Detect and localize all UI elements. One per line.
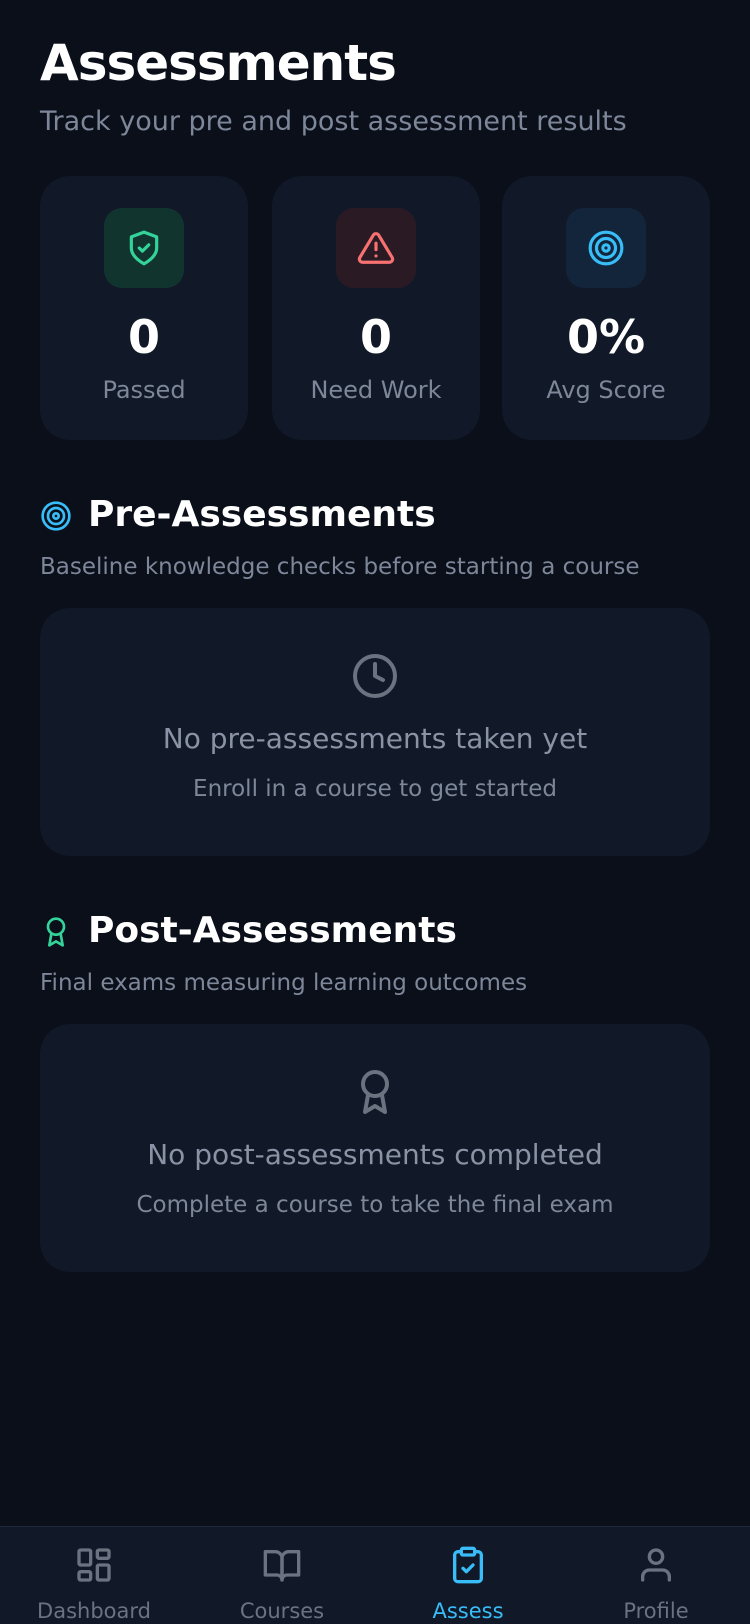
nav-label-courses: Courses: [239, 1599, 325, 1623]
pre-assessments-empty-state: No pre-assessments taken yet Enroll in a…: [40, 608, 710, 856]
pre-empty-subtitle: Enroll in a course to get started: [193, 776, 557, 802]
alert-triangle-icon: [336, 208, 416, 288]
shield-check-icon: [104, 208, 184, 288]
dashboard-icon: [77, 1548, 111, 1582]
nav-item-courses[interactable]: Courses: [188, 1527, 376, 1624]
nav-label-profile: Profile: [623, 1599, 689, 1623]
stat-card-passed: 0 Passed: [40, 176, 248, 440]
target-icon: [41, 501, 71, 531]
user-icon: [641, 1548, 671, 1582]
page-subtitle: Track your pre and post assessment resul…: [40, 106, 627, 137]
clock-icon: [353, 654, 397, 698]
nav-label-assess: Assess: [432, 1599, 504, 1623]
nav-item-dashboard[interactable]: Dashboard: [0, 1527, 188, 1624]
stat-card-avg-score: 0% Avg Score: [502, 176, 710, 440]
post-assessments-description: Final exams measuring learning outcomes: [40, 970, 528, 996]
post-empty-title: No post-assessments completed: [147, 1138, 603, 1171]
award-icon: [46, 917, 66, 947]
need-work-label: Need Work: [310, 376, 442, 404]
book-icon: [263, 1550, 301, 1582]
assessments-screen: Assessments Track your pre and post asse…: [0, 0, 750, 1624]
avg-score-value: 0%: [566, 310, 646, 364]
pre-empty-title: No pre-assessments taken yet: [162, 722, 588, 755]
passed-count: 0: [127, 310, 160, 364]
page-title: Assessments: [40, 34, 397, 92]
bottom-nav: Dashboard Courses Assess Profile: [0, 1526, 750, 1624]
award-icon: [361, 1070, 389, 1114]
post-assessments-title: Post-Assessments: [88, 910, 457, 951]
nav-item-assess[interactable]: Assess: [374, 1527, 562, 1624]
nav-label-dashboard: Dashboard: [37, 1599, 151, 1623]
passed-label: Passed: [102, 376, 186, 404]
clipboard-check-icon: [453, 1546, 483, 1584]
pre-assessments-description: Baseline knowledge checks before startin…: [40, 554, 640, 580]
target-icon: [566, 208, 646, 288]
stat-card-need-work: 0 Need Work: [272, 176, 480, 440]
avg-score-label: Avg Score: [546, 376, 666, 404]
post-assessments-empty-state: No post-assessments completed Complete a…: [40, 1024, 710, 1272]
nav-item-profile[interactable]: Profile: [562, 1527, 750, 1624]
need-work-count: 0: [359, 310, 392, 364]
pre-assessments-title: Pre-Assessments: [88, 494, 436, 535]
post-empty-subtitle: Complete a course to take the final exam: [136, 1192, 614, 1218]
